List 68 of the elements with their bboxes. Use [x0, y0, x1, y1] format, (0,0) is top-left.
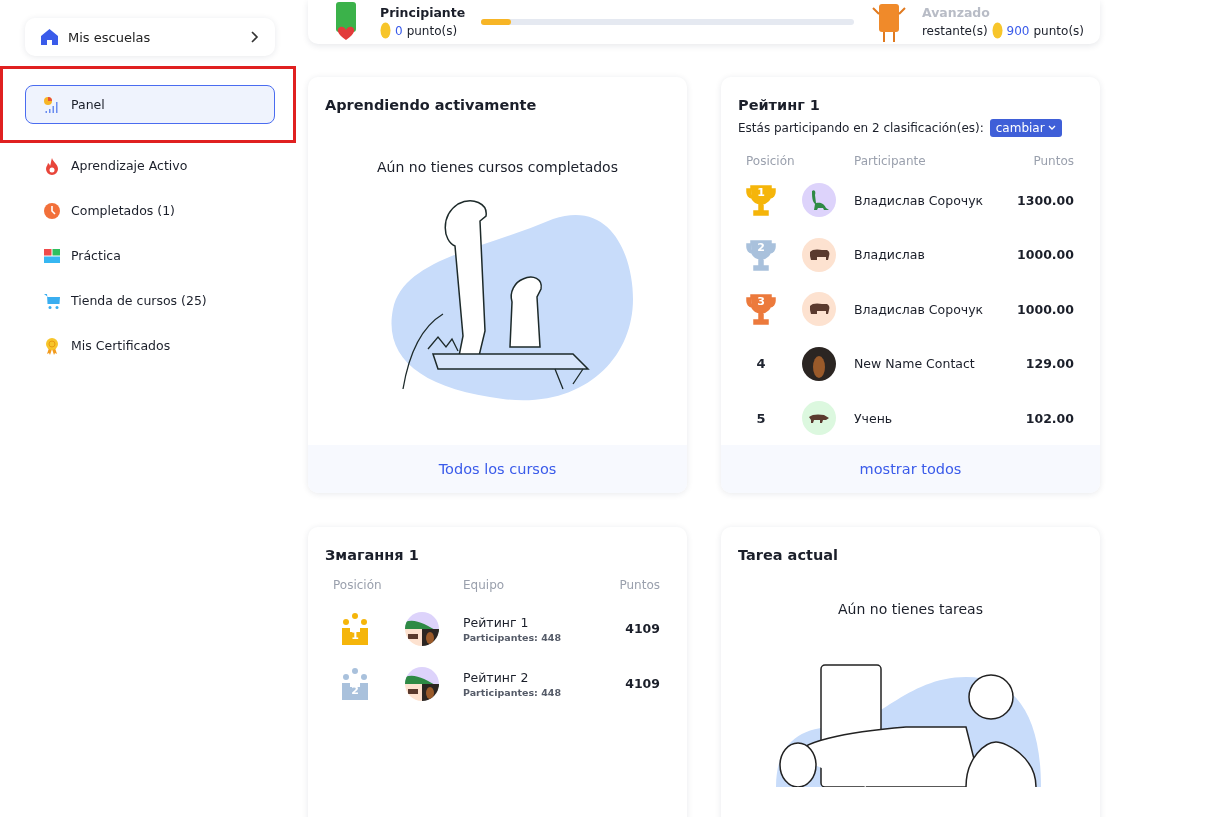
team-members-count: Participantes: 448	[463, 631, 563, 643]
points-cell-text: 102.00	[1024, 410, 1074, 426]
column-header: Posición	[332, 578, 383, 592]
photo-placeholder	[802, 346, 836, 381]
points-cell-text: 1300.00	[1016, 192, 1074, 208]
empty-message: Aún no tienes cursos completados	[376, 159, 619, 175]
column-header: Participante	[854, 153, 927, 168]
home-icon	[41, 29, 58, 45]
points-unit: punto(s)	[406, 23, 458, 38]
participant-name: Владислав Сорочук	[854, 301, 985, 317]
team-name: Рейтинг 2	[463, 669, 530, 685]
rank-number: 5	[755, 410, 767, 426]
participant-name: Владислав Сорочук	[854, 192, 985, 208]
current-level-name: Principiante	[380, 5, 466, 20]
bison-avatar	[802, 237, 836, 272]
points-unit: punto(s)	[1033, 23, 1084, 38]
points-cell-text: 1000.00	[1016, 247, 1074, 263]
coin-icon	[991, 22, 1003, 39]
column-header: Posición	[745, 153, 796, 168]
nav-item[interactable]: Panel	[25, 85, 275, 124]
points-cell-text: 4109	[624, 621, 660, 636]
nav-item[interactable]: Completados (1)	[25, 191, 275, 230]
participant-name: Учень	[854, 410, 894, 426]
column-header: Equipo	[463, 578, 506, 592]
nav-item[interactable]: Tienda de cursos (25)	[25, 281, 275, 320]
chevron-right-icon	[251, 31, 259, 43]
tiles-icon	[43, 246, 61, 265]
column-header: Puntos	[1032, 153, 1074, 168]
points-cell-text: 129.00	[1024, 356, 1074, 372]
nav-item[interactable]: Mis Certificados	[25, 326, 275, 365]
participation-text: Estás participando en 2 clasificación(es):	[738, 121, 984, 135]
nav-item[interactable]: Aprendizaje Activo	[25, 146, 275, 185]
cart-icon	[43, 291, 61, 310]
coin-icon	[380, 22, 391, 39]
team-members-count: Participantes: 448	[463, 686, 563, 698]
boar-avatar	[802, 401, 836, 436]
rank-number: 2	[756, 240, 766, 254]
points-value: 900	[1006, 23, 1030, 38]
schools-menu[interactable]: Mis escuelas	[25, 18, 275, 56]
bison-avatar	[802, 292, 836, 327]
points-value: 0	[395, 23, 403, 38]
chart-icon	[43, 95, 61, 114]
fire-icon	[43, 156, 61, 175]
card-title: Tarea actual	[737, 546, 839, 565]
rank-number: 4	[755, 356, 767, 372]
change-dropdown[interactable]: cambiar	[989, 119, 1062, 137]
nav-item[interactable]: Práctica	[25, 236, 275, 275]
chevron-down-icon	[1047, 125, 1056, 131]
all-courses-link[interactable]: Todos los cursos	[438, 461, 557, 477]
participant-name: New Name Contact	[854, 356, 976, 372]
group-avatar	[405, 611, 439, 646]
medal-icon	[43, 336, 61, 355]
remaining-label: restante(s)	[921, 23, 988, 38]
column-header: Puntos	[618, 578, 660, 592]
clock-icon	[43, 201, 61, 220]
empty-message: Aún no tienes tareas	[837, 601, 984, 617]
participant-name: Владислав	[854, 247, 926, 263]
points-cell-text: 1000.00	[1016, 301, 1074, 317]
card-title: Aprendiendo activamente	[324, 96, 538, 115]
next-level-name: Avanzado	[921, 5, 991, 20]
group-avatar	[405, 666, 439, 701]
card-title: Змагання 1	[324, 546, 420, 565]
show-all-link[interactable]: mostrar todos	[859, 461, 962, 478]
rank-number: 3	[756, 295, 766, 309]
points-cell-text: 4109	[624, 676, 660, 691]
card-title: Рейтинг 1	[737, 96, 821, 115]
team-name: Рейтинг 1	[463, 614, 530, 630]
rank-number: 1	[756, 186, 766, 200]
